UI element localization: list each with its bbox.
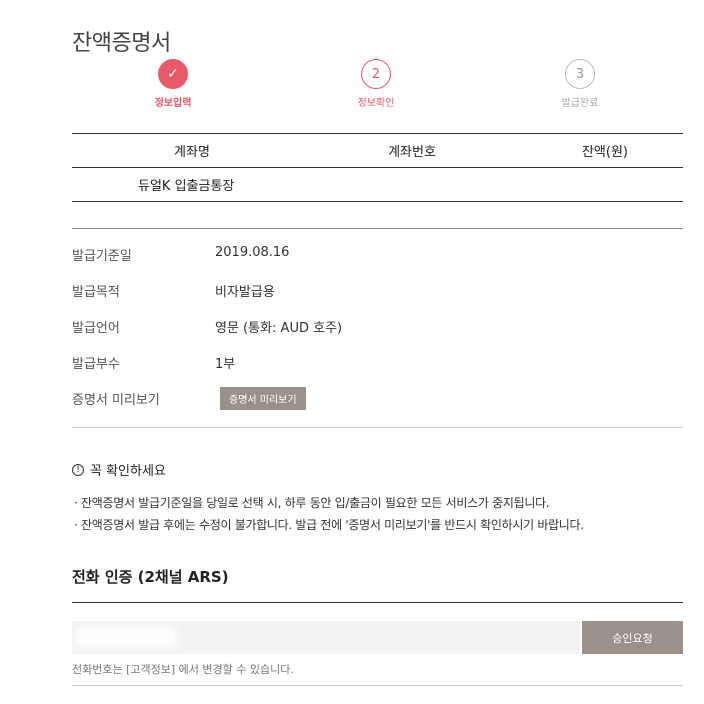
table-header: 계좌명 계좌번호 잔액(원) — [72, 134, 683, 168]
preview-label: 증명서 미리보기 — [72, 393, 160, 408]
copies-value: 1부 — [215, 357, 236, 372]
step-label: 정보확인 — [357, 98, 395, 109]
column-header-account-name: 계좌명 — [174, 145, 210, 160]
table-row: 듀얼K 입출금통장 — [72, 168, 683, 201]
step-number: 2 — [361, 59, 391, 89]
phone-auth-title: 전화 인증 (2채널 ARS) — [72, 568, 229, 586]
account-name: 듀얼K 입출금통장 — [138, 179, 235, 194]
masked-phone-number — [76, 628, 176, 646]
issue-date-value: 2019.08.16 — [215, 245, 290, 260]
language-label: 발급언어 — [72, 321, 120, 336]
copies-label: 발급부수 — [72, 357, 120, 372]
issue-date-label: 발급기준일 — [72, 249, 132, 264]
step-label: 발급완료 — [561, 98, 599, 109]
purpose-label: 발급목적 — [72, 285, 120, 300]
divider — [72, 685, 683, 686]
certificate-preview-button[interactable]: 증명서 미리보기 — [220, 387, 306, 410]
check-icon: ✓ — [158, 59, 188, 89]
step-info-input: ✓ 정보입력 — [128, 59, 218, 109]
notice-title-text: 꼭 확인하세요 — [90, 464, 166, 479]
purpose-value: 비자발급용 — [215, 285, 275, 300]
column-header-account-number: 계좌번호 — [388, 145, 436, 160]
divider — [72, 602, 683, 603]
notice-item: · 잔액증명서 발급 후에는 수정이 불가합니다. 발급 전에 '증명서 미리보… — [74, 518, 584, 532]
step-label: 정보입력 — [154, 98, 192, 109]
page-title: 잔액증명서 — [72, 30, 171, 56]
notice-item: · 잔액증명서 발급기준일을 당일로 선택 시, 하루 동안 입/출금이 필요한… — [74, 496, 550, 510]
exclamation-icon: ! — [72, 463, 84, 476]
step-info-confirm: 2 정보확인 — [331, 59, 421, 109]
column-header-balance: 잔액(원) — [581, 145, 628, 160]
issue-info-section: 발급기준일 2019.08.16 발급목적 비자발급용 발급언어 영문 (통화:… — [72, 228, 683, 428]
account-table: 계좌명 계좌번호 잔액(원) 듀얼K 입출금통장 — [72, 133, 683, 202]
step-issue-complete: 3 발급완료 — [535, 59, 625, 109]
language-value: 영문 (통화: AUD 호주) — [215, 321, 343, 336]
notice-title: ! 꼭 확인하세요 — [72, 460, 166, 479]
phone-hint-text: 전화번호는 [고객정보] 에서 변경할 수 있습니다. — [72, 663, 294, 676]
approval-request-button[interactable]: 승인요청 — [582, 621, 683, 654]
step-number: 3 — [565, 59, 595, 89]
